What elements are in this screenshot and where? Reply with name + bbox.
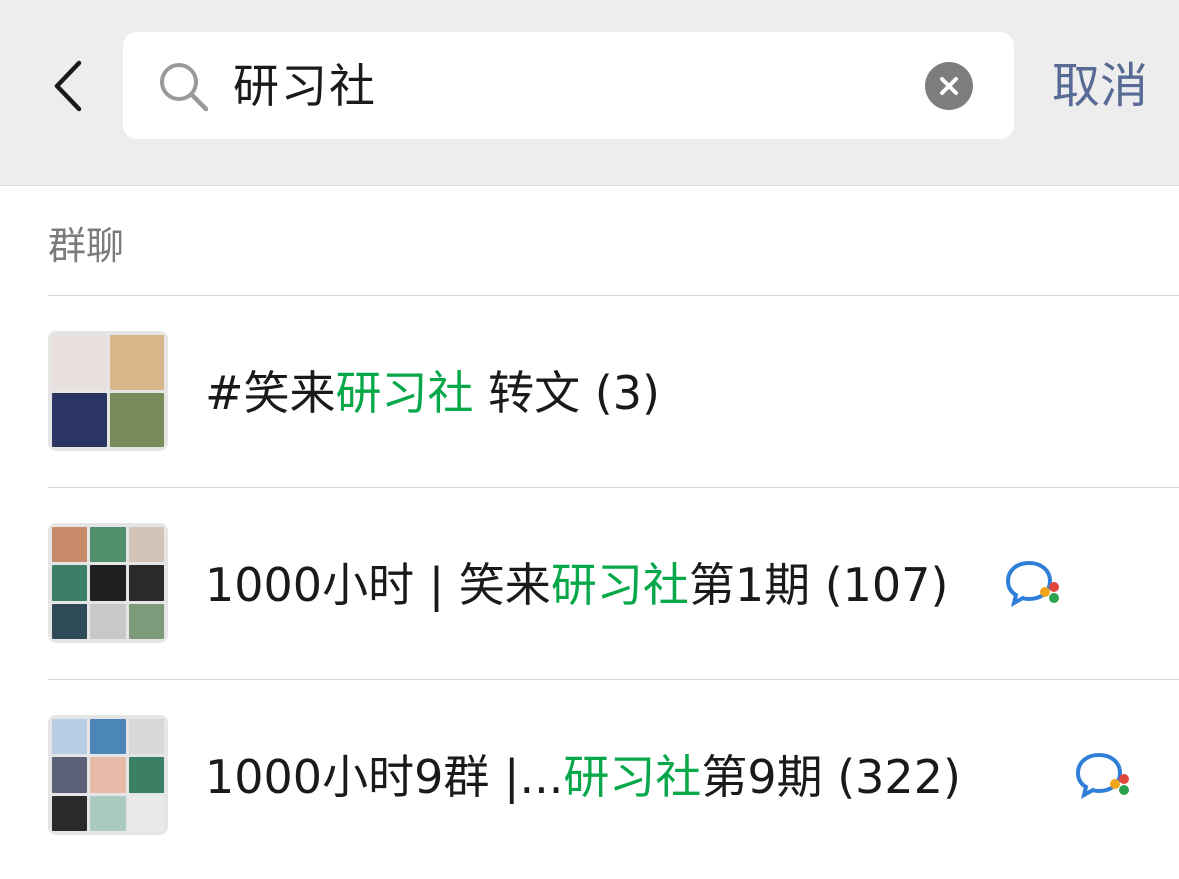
avatar-tile bbox=[90, 527, 126, 563]
search-query-text[interactable]: 研习社 bbox=[233, 54, 377, 118]
group-avatar bbox=[48, 715, 168, 835]
avatar-tile bbox=[52, 795, 88, 831]
avatar-tile bbox=[90, 795, 126, 831]
search-header: 研习社 取消 bbox=[0, 0, 1179, 186]
avatar-tile bbox=[52, 392, 107, 447]
avatar-tile bbox=[90, 757, 126, 793]
avatar-tile bbox=[128, 719, 164, 755]
clear-button[interactable] bbox=[925, 62, 973, 110]
avatar-tile bbox=[109, 335, 164, 390]
clear-icon bbox=[940, 77, 958, 95]
avatar-tile bbox=[128, 603, 164, 639]
group-chat-result-1[interactable]: #笑来研习社 转文 (3) bbox=[0, 305, 1179, 495]
chat-bubble-icon bbox=[1075, 752, 1129, 799]
group-chat-title: 1000小时9群 |...研习社第9期 (322) bbox=[205, 745, 961, 809]
group-chat-title: #笑来研习社 转文 (3) bbox=[205, 361, 660, 425]
avatar-tile bbox=[52, 335, 107, 390]
group-chat-result-2[interactable]: 1000小时 | 笑来研习社第1期 (107) bbox=[0, 497, 1179, 687]
title-prefix: 1000小时9群 |... bbox=[205, 750, 564, 804]
avatar-tile bbox=[128, 757, 164, 793]
title-highlight: 研习社 bbox=[550, 558, 689, 612]
search-input[interactable]: 研习社 bbox=[123, 32, 1014, 139]
avatar-tile bbox=[90, 565, 126, 601]
title-prefix: #笑来 bbox=[205, 366, 336, 420]
group-chat-title: 1000小时 | 笑来研习社第1期 (107) bbox=[205, 553, 948, 617]
avatar-tile bbox=[90, 719, 126, 755]
chat-bubble-icon bbox=[1005, 560, 1059, 607]
avatar-tile bbox=[128, 795, 164, 831]
avatar-tile bbox=[128, 527, 164, 563]
section-title-group-chats: 群聊 bbox=[48, 224, 125, 268]
divider bbox=[48, 679, 1179, 680]
avatar-tile bbox=[90, 603, 126, 639]
group-avatar bbox=[48, 523, 168, 643]
title-suffix: 第1期 (107) bbox=[688, 558, 949, 612]
avatar-tile bbox=[52, 719, 88, 755]
divider bbox=[48, 295, 1179, 296]
avatar-tile bbox=[109, 392, 164, 447]
chevron-left-icon bbox=[54, 60, 82, 112]
avatar-tile bbox=[52, 757, 88, 793]
group-avatar bbox=[48, 331, 168, 451]
back-button[interactable] bbox=[46, 58, 90, 114]
title-suffix: 第9期 (322) bbox=[701, 750, 961, 804]
search-icon bbox=[160, 63, 209, 112]
cancel-button[interactable]: 取消 bbox=[1040, 54, 1160, 118]
title-suffix: 转文 (3) bbox=[473, 366, 660, 420]
avatar-tile bbox=[52, 565, 88, 601]
avatar-tile bbox=[52, 603, 88, 639]
divider bbox=[48, 487, 1179, 488]
title-prefix: 1000小时 | 笑来 bbox=[205, 558, 551, 612]
avatar-tile bbox=[52, 527, 88, 563]
title-highlight: 研习社 bbox=[563, 750, 702, 804]
group-chat-result-3[interactable]: 1000小时9群 |...研习社第9期 (322) bbox=[0, 689, 1179, 879]
title-highlight: 研习社 bbox=[335, 366, 474, 420]
avatar-tile bbox=[128, 565, 164, 601]
